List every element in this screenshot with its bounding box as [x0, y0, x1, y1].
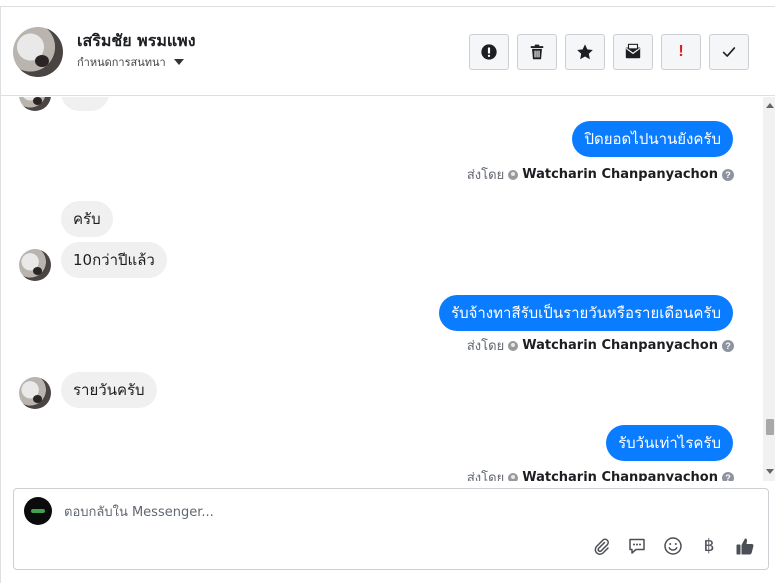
mark-done-button[interactable] [709, 34, 749, 70]
message-bubble-outgoing[interactable]: รับวันเท่าไรครับ [606, 425, 733, 461]
baht-icon: ฿ [703, 536, 715, 556]
contact-avatar-small [19, 97, 51, 111]
checkmark-icon [722, 47, 736, 57]
sender-avatar-icon [508, 472, 519, 481]
payment-button[interactable]: ฿ [698, 535, 720, 557]
sent-by-label: ส่งโดย [466, 471, 505, 481]
reply-input[interactable] [64, 501, 754, 523]
thumbs-up-icon [736, 538, 754, 555]
assign-conversation-label: กำหนดการสนทนา [77, 56, 166, 69]
attach-button[interactable] [590, 535, 612, 557]
follow-up-button[interactable]: ! [661, 34, 701, 70]
report-icon [481, 44, 497, 60]
contact-avatar-small [19, 377, 51, 409]
sent-by-line: ส่งโดย Watcharin Chanpanyachon ? [467, 467, 734, 481]
sent-by-line: ส่งโดย Watcharin Chanpanyachon ? [467, 335, 734, 356]
sender-name[interactable]: Watcharin Chanpanyachon [522, 338, 718, 353]
composer-tools: ฿ [590, 535, 756, 557]
saved-replies-button[interactable] [626, 535, 648, 557]
sender-avatar-icon [508, 340, 519, 351]
contact-avatar[interactable] [13, 27, 63, 77]
emoji-icon [664, 537, 682, 555]
star-icon [577, 44, 593, 60]
inbox-conversation-panel: เสริมชัย พรมแพง กำหนดการสนทนา ! ปิดยอดไป… [0, 6, 775, 583]
contact-avatar-small [19, 249, 51, 281]
sender-name[interactable]: Watcharin Chanpanyachon [522, 167, 718, 182]
message-bubble-incoming[interactable]: 10กว่าปีแล้ว [61, 242, 167, 278]
sender-name[interactable]: Watcharin Chanpanyachon [522, 470, 718, 481]
sent-by-label: ส่งโดย [466, 339, 505, 354]
help-icon[interactable]: ? [722, 168, 734, 181]
caret-down-icon [173, 59, 184, 65]
paperclip-icon [594, 538, 609, 555]
scrollbar-thumb[interactable] [766, 419, 774, 435]
thread-scrollbar[interactable] [763, 97, 775, 481]
message-bubble-outgoing[interactable]: รับจ้างทาสีรับเป็นรายวันหรือรายเดือนครับ [439, 295, 733, 331]
message-thread[interactable]: ปิดยอดไปนานยังครับ ส่งโดย Watcharin Chan… [1, 97, 763, 481]
sent-by-line: ส่งโดย Watcharin Chanpanyachon ? [467, 164, 734, 185]
trash-icon [530, 44, 544, 60]
assign-conversation-dropdown[interactable]: กำหนดการสนทนา [77, 53, 184, 71]
contact-name[interactable]: เสริมชัย พรมแพง [77, 29, 196, 54]
scroll-up-arrow-icon[interactable] [766, 103, 774, 108]
message-bubble-incoming[interactable]: รายวันครับ [61, 372, 157, 408]
mark-unread-icon [625, 43, 641, 59]
scroll-down-arrow-icon[interactable] [766, 469, 774, 474]
star-button[interactable] [565, 34, 605, 70]
delete-button[interactable] [517, 34, 557, 70]
help-icon[interactable]: ? [722, 471, 734, 481]
emoji-button[interactable] [662, 535, 684, 557]
report-button[interactable] [469, 34, 509, 70]
like-button[interactable] [734, 535, 756, 557]
message-bubble-incoming[interactable]: ครับ [61, 201, 113, 237]
mark-unread-button[interactable] [613, 34, 653, 70]
follow-up-icon: ! [678, 43, 684, 60]
message-bubble-outgoing[interactable]: ปิดยอดไปนานยังครับ [572, 121, 733, 157]
saved-reply-icon [629, 538, 645, 554]
sent-by-label: ส่งโดย [466, 168, 505, 183]
conversation-toolbar: ! [469, 34, 749, 70]
message-bubble-partial [61, 97, 109, 111]
sender-avatar-icon [508, 169, 519, 180]
page-avatar [24, 497, 52, 525]
reply-composer: ฿ [13, 488, 769, 570]
help-icon[interactable]: ? [722, 339, 734, 352]
conversation-header: เสริมชัย พรมแพง กำหนดการสนทนา ! [1, 7, 775, 96]
